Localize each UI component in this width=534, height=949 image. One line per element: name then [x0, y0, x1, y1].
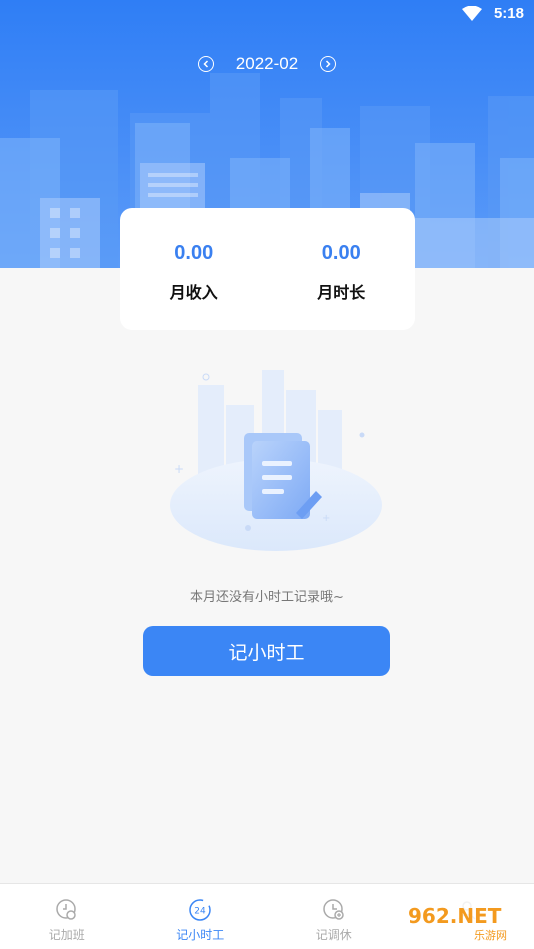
chevron-left-icon [203, 60, 208, 68]
svg-text:24: 24 [195, 907, 207, 917]
status-time: 5:18 [493, 5, 524, 22]
leave-clock-icon [323, 899, 344, 920]
empty-state-text: 本月还没有小时工记录哦~ [190, 590, 344, 605]
current-month-label[interactable]: 2022-02 [236, 54, 298, 74]
monthly-hours-value: 0.00 [321, 242, 361, 264]
watermark-subtext: 乐游网 [474, 929, 507, 942]
hourly-24-icon: 24 [189, 899, 211, 921]
next-month-button[interactable] [320, 56, 337, 72]
chevron-right-icon [326, 60, 331, 68]
svg-text:+: + [322, 513, 330, 524]
svg-text:+: + [174, 462, 184, 476]
tab-hourly-work[interactable]: 24 记小时工 [134, 884, 268, 949]
wifi-icon [462, 6, 482, 21]
monthly-hours-label: 月时长 [317, 283, 366, 302]
watermark-text: 962.NET [408, 904, 502, 928]
monthly-income-stat: 0.00 月收入 [134, 242, 254, 303]
monthly-stats-card: 0.00 月收入 0.00 月时长 [120, 208, 415, 330]
monthly-hours-stat: 0.00 月时长 [281, 242, 401, 303]
status-bar: 5:18 [0, 0, 534, 30]
empty-document-illustration: + + [170, 370, 382, 551]
tab-leave[interactable]: 记调休 [267, 884, 401, 949]
tab-overtime-label: 记加班 [48, 928, 85, 942]
tab-hourly-work-label: 记小时工 [176, 928, 225, 942]
site-watermark-logo: 962.NET 乐游网 [400, 901, 530, 943]
month-navigator: 2022-02 [0, 50, 534, 78]
monthly-income-value: 0.00 [174, 242, 214, 264]
prev-month-button[interactable] [197, 56, 214, 72]
tab-overtime[interactable]: 记加班 [0, 884, 134, 949]
overtime-icon [56, 899, 76, 920]
tab-leave-label: 记调休 [315, 928, 352, 942]
record-hourly-work-button[interactable]: 记小时工 [143, 626, 390, 676]
monthly-income-label: 月收入 [169, 283, 218, 302]
